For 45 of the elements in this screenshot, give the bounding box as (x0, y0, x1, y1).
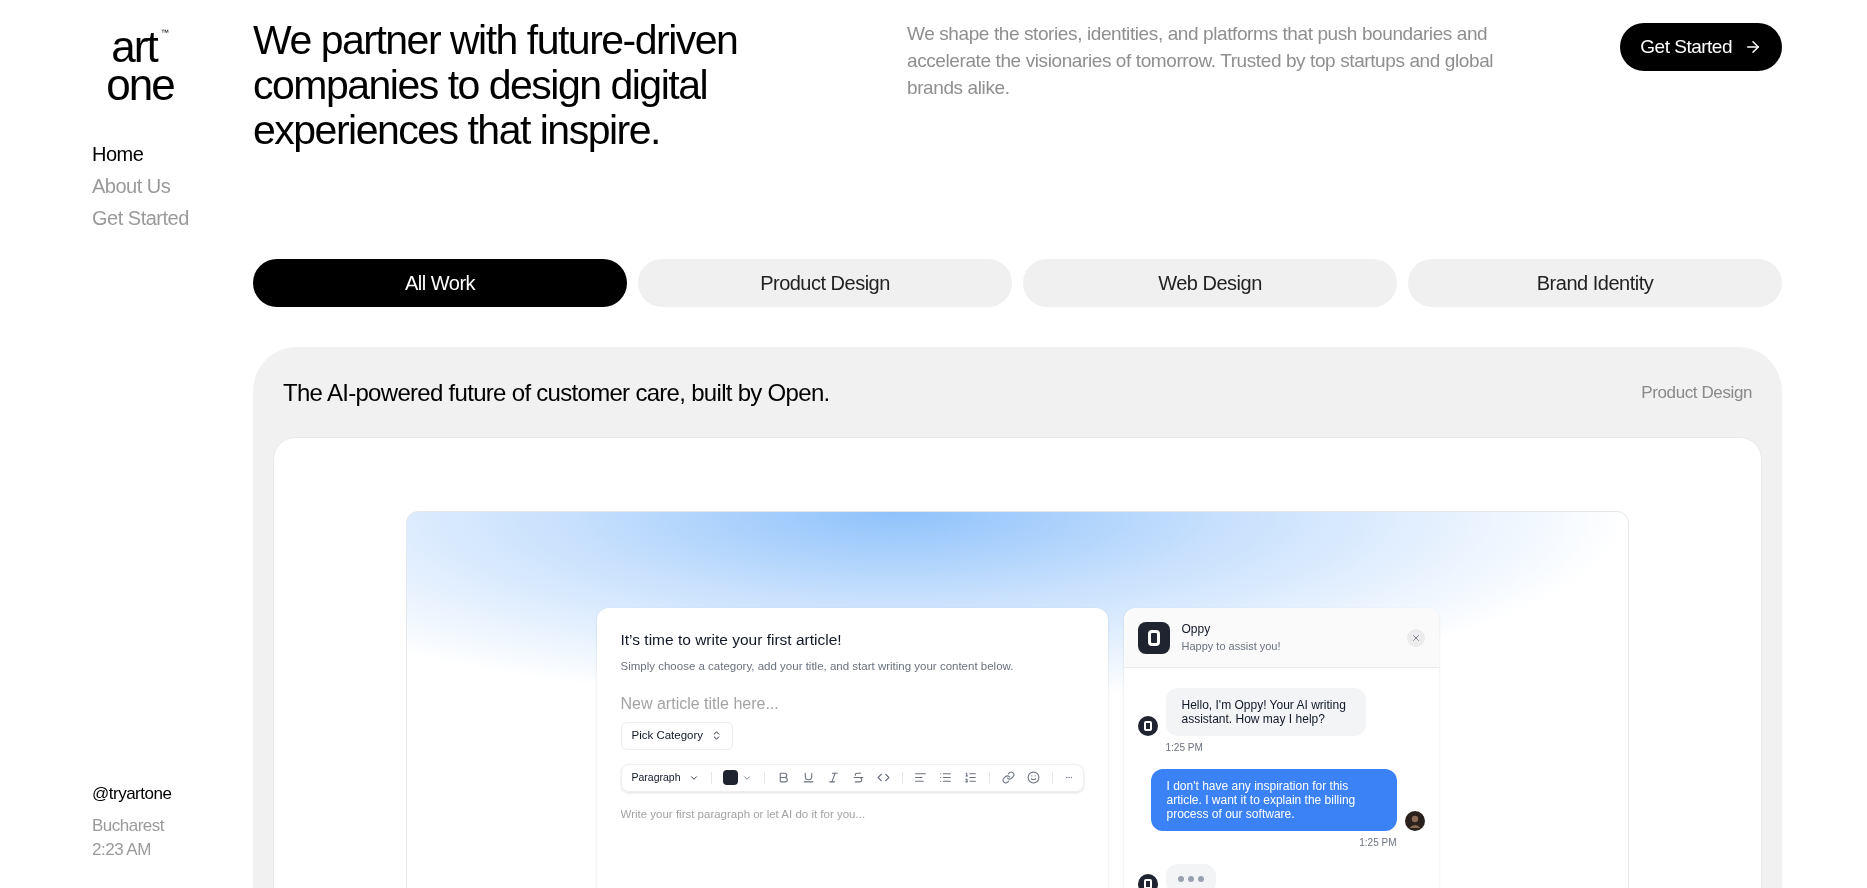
editor-title: It’s time to write your first article! (620, 630, 842, 650)
local-time: 2:23 AM (92, 839, 152, 861)
block-style-dropdown[interactable]: Paragraph (631, 769, 699, 786)
assistant-name: Oppy (1181, 621, 1212, 639)
get-started-button[interactable]: Get Started (1620, 23, 1782, 71)
code-icon[interactable] (876, 771, 890, 784)
emoji-icon[interactable] (1027, 771, 1040, 784)
social-handle[interactable]: @tryartone (92, 782, 253, 806)
project-title: The AI-powered future of customer care, built by Open. (283, 378, 830, 408)
message-time: 1:25 PM (1164, 741, 1204, 755)
bot-avatar-icon (1137, 874, 1158, 888)
text-color-picker[interactable] (723, 770, 753, 785)
filter-tab[interactable]: All Work (253, 259, 627, 307)
article-title-field[interactable]: New article title here... (620, 691, 1084, 716)
paragraph-field[interactable]: Write your first paragraph or let AI do it for you... (620, 805, 1084, 823)
align-left-icon[interactable] (914, 771, 928, 784)
category-select[interactable]: Pick Category (620, 721, 734, 750)
close-button[interactable] (1406, 628, 1425, 647)
project-category: Product Design (1641, 382, 1752, 405)
typing-indicator (1165, 864, 1216, 888)
message-time: 1:25 PM (1359, 836, 1398, 850)
link-icon[interactable] (1002, 771, 1015, 784)
filter-tab[interactable]: Brand Identity (1408, 259, 1782, 307)
user-message: I don't have any inspiration for this article. I want it to explain the billing process of our software. (1150, 769, 1397, 831)
bot-avatar-icon (1137, 716, 1158, 736)
bot-logo-icon (1137, 621, 1170, 654)
close-icon (1410, 632, 1421, 643)
underline-icon[interactable] (801, 771, 815, 784)
user-avatar-icon (1404, 811, 1425, 831)
nav-link[interactable]: Home (92, 142, 253, 167)
arrow-right-icon (1744, 38, 1762, 56)
project-card[interactable] (253, 347, 1782, 888)
bot-message: Hello, I'm Oppy! Your AI writing assistant. How may I help? (1165, 688, 1366, 736)
city-label: Bucharest (92, 815, 166, 837)
intro-text: We shape the stories, identities, and platforms that push boundaries and accelerate the visionaries of tomorrow. Trusted by top startups and global brands alike. (907, 22, 1495, 100)
filter-tab[interactable]: Web Design (1023, 259, 1397, 307)
editor-subtitle: Simply choose a category, add your title, and start writing your content below. (620, 659, 1014, 675)
logo[interactable]: art™ one (92, 24, 188, 108)
strikethrough-icon[interactable] (851, 771, 865, 784)
assistant-status: Happy to assist you! (1181, 639, 1281, 655)
italic-icon[interactable] (826, 771, 840, 784)
bullet-list-icon[interactable] (939, 771, 953, 784)
filter-tab[interactable]: Product Design (638, 259, 1012, 307)
numbered-list-icon[interactable] (964, 771, 978, 784)
headline: We partner with future-driven companies to design digital experiences that inspire. (253, 18, 739, 153)
